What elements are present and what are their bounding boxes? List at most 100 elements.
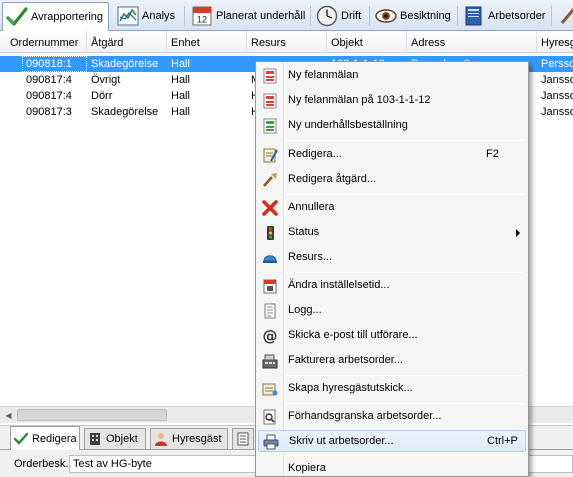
tab-label: Besiktning — [400, 10, 451, 22]
cell-hyresgast: Persson — [541, 58, 573, 70]
menu-item-kopiera[interactable]: Kopiera — [258, 458, 526, 476]
order-description-label: Orderbesk. — [14, 458, 69, 470]
tab-avrapportering[interactable]: Avrapportering — [2, 2, 109, 31]
letter-icon — [262, 381, 278, 397]
menu-item-label: Skapa hyresgästutskick... — [288, 382, 413, 394]
tick-icon — [13, 432, 29, 446]
menu-item-label: Skriv ut arbetsorder... — [289, 435, 394, 447]
book-icon — [463, 5, 485, 27]
menu-item-label: Status — [288, 226, 320, 238]
menu-item-label: Redigera åtgärd... — [288, 173, 377, 185]
menu-item-shortcut: Ctrl+P — [487, 435, 518, 447]
checkmark-icon — [6, 6, 28, 28]
menu-item-skapa-hyresgastutskick[interactable]: Skapa hyresgästutskick... — [258, 378, 526, 400]
person-icon — [154, 432, 168, 446]
tab-redigera[interactable]: Redigera — [10, 426, 80, 450]
calendar-icon: 12 — [191, 5, 213, 27]
menu-item-annullera[interactable]: Annullera — [258, 197, 526, 219]
tab-label: Planerat underhåll — [216, 10, 306, 22]
eye-icon — [375, 5, 397, 27]
cell-ordernummer: 090817:4 — [26, 74, 72, 86]
tab-arbetsorder[interactable]: Arbetsorder — [460, 2, 550, 30]
menu-item-label: Redigera... — [288, 148, 342, 160]
copy-icon — [262, 461, 278, 476]
tab-planerat-underhall[interactable]: 12 Planerat underhåll — [188, 2, 308, 30]
tab-drift[interactable]: Drift — [313, 2, 369, 30]
menu-item-status[interactable]: Status — [258, 222, 526, 244]
tab-hyresgast[interactable]: Hyresgäst — [150, 428, 228, 449]
cell-enhet: Hall — [171, 74, 190, 86]
cell-ordernummer: 090817:3 — [26, 106, 72, 118]
svg-text:12: 12 — [197, 15, 207, 25]
clock-icon — [316, 5, 338, 27]
cell-hyresgast: Jansson — [541, 90, 573, 102]
tab-label: Drift — [341, 10, 362, 22]
cell-enhet: Hall — [171, 90, 190, 102]
menu-item-label: Resurs... — [288, 251, 333, 263]
green-form-icon — [262, 118, 278, 134]
helmet-icon — [262, 250, 278, 266]
chart-icon — [117, 5, 139, 27]
cell-ordernummer: 090818:1 — [22, 56, 87, 72]
cell-atgard: Skadegörelse — [91, 58, 159, 70]
column-header-ordernummer[interactable]: Ordernummer — [6, 31, 87, 53]
cell-atgard: Skadegörelse — [91, 106, 159, 118]
submenu-arrow-icon — [516, 229, 520, 237]
menu-item-label: Ny felanmälan på 103-1-1-12 — [288, 94, 431, 106]
menu-item-andra-installelsetid[interactable]: Ändra inställelsetid... — [258, 275, 526, 297]
menu-item-ny-felanmalan[interactable]: Ny felanmälan — [258, 65, 526, 87]
tab-overflow[interactable] — [554, 2, 573, 30]
main-tab-strip: Avrapportering Analys 12 Planerat underh… — [0, 0, 573, 31]
brush-icon — [262, 172, 278, 188]
menu-item-fakturera-arbetsorder[interactable]: Fakturera arbetsorder... — [258, 350, 526, 372]
menu-item-ny-felanmalan-pa-objekt[interactable]: Ny felanmälan på 103-1-1-12 — [258, 90, 526, 112]
tab-label: Avrapportering — [31, 11, 103, 23]
scroll-left-icon[interactable]: ◀ — [0, 407, 17, 424]
scrollbar-thumb[interactable] — [17, 409, 167, 421]
menu-item-skriv-ut-arbetsorder[interactable]: Skriv ut arbetsorder... Ctrl+P — [258, 430, 526, 452]
menu-item-shortcut: F2 — [486, 148, 499, 160]
tab-analys[interactable]: Analys — [114, 2, 180, 30]
menu-item-redigera-atgard[interactable]: Redigera åtgärd... — [258, 169, 526, 191]
red-x-icon — [262, 200, 278, 216]
cell-atgard: Övrigt — [91, 74, 121, 86]
column-header-hyresgast[interactable]: Hyresgä — [537, 31, 573, 53]
cell-hyresgast: Jansson — [541, 106, 573, 118]
cell-ordernummer: 090817:4 — [26, 90, 72, 102]
printer-icon — [263, 434, 279, 450]
column-header-atgard[interactable]: Åtgärd — [87, 31, 167, 53]
grid-header: Ordernummer Åtgärd Enhet Resurs Objekt A… — [0, 31, 573, 53]
menu-item-skicka-epost[interactable]: @ Skicka e-post till utförare... — [258, 325, 526, 347]
at-sign-icon: @ — [262, 327, 278, 345]
menu-item-label: Fakturera arbetsorder... — [288, 354, 403, 366]
cell-hyresgast: Jansson — [541, 74, 573, 86]
calendar-icon — [262, 278, 278, 294]
tab-label: Hyresgäst — [172, 433, 222, 445]
tab-label: Objekt — [106, 433, 138, 445]
svg-text:@: @ — [263, 328, 278, 344]
menu-item-redigera[interactable]: Redigera... F2 — [258, 144, 526, 166]
tab-label: Analys — [142, 10, 176, 22]
context-menu: Ny felanmälan Ny felanmälan på 103-1-1-1… — [255, 61, 529, 477]
column-header-enhet[interactable]: Enhet — [167, 31, 247, 53]
tab-document[interactable] — [232, 428, 254, 449]
cash-register-icon — [262, 353, 278, 369]
menu-item-forhandsgranska-arbetsorder[interactable]: Förhandsgranska arbetsorder... — [258, 406, 526, 428]
tab-objekt[interactable]: Objekt — [84, 428, 146, 449]
menu-item-label: Ny underhållsbeställning — [288, 119, 408, 131]
menu-item-label: Ny felanmälan — [288, 69, 359, 81]
menu-item-label: Skicka e-post till utförare... — [288, 329, 418, 341]
menu-item-resurs[interactable]: Resurs... — [258, 247, 526, 269]
column-header-resurs[interactable]: Resurs — [247, 31, 327, 53]
menu-item-label: Annullera — [288, 201, 335, 213]
menu-item-logg[interactable]: Logg... — [258, 300, 526, 322]
menu-item-label: Förhandsgranska arbetsorder... — [288, 410, 442, 422]
document-icon — [236, 432, 250, 446]
log-document-icon — [262, 303, 278, 319]
menu-item-label: Kopiera — [288, 462, 326, 474]
menu-item-ny-underhallsbestallning[interactable]: Ny underhållsbeställning — [258, 115, 526, 137]
column-header-objekt[interactable]: Objekt — [327, 31, 407, 53]
tab-besiktning[interactable]: Besiktning — [372, 2, 456, 30]
column-header-adress[interactable]: Adress — [407, 31, 537, 53]
tab-label: Redigera — [32, 432, 77, 445]
